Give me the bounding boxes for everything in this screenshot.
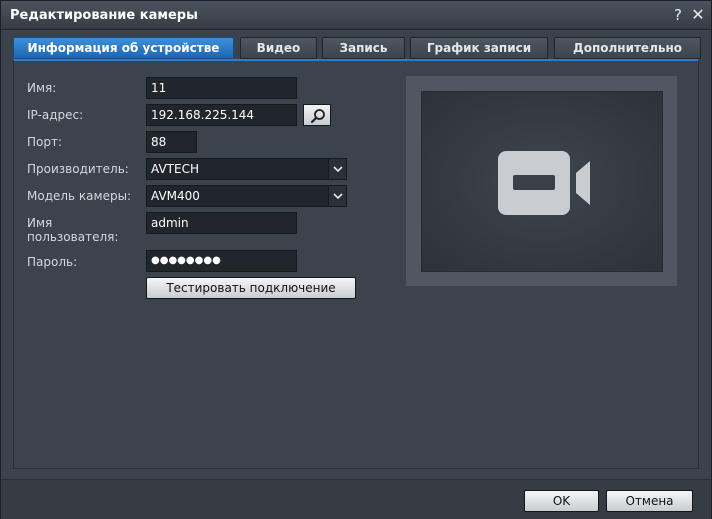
search-ip-button[interactable]	[303, 104, 331, 126]
search-icon	[310, 109, 325, 124]
video-camera-icon	[498, 151, 590, 215]
camera-preview-frame	[406, 76, 677, 286]
camera-preview	[421, 91, 663, 272]
username-label-line1: Имя	[27, 216, 53, 230]
ip-label: IP-адрес:	[27, 108, 84, 122]
model-label: Модель камеры:	[27, 189, 132, 203]
vendor-label: Производитель:	[27, 162, 129, 176]
dialog-footer	[1, 479, 711, 519]
dialog-title: Редактирование камеры	[10, 8, 198, 23]
chevron-down-icon	[333, 193, 343, 200]
model-select[interactable]: AVM400	[146, 185, 347, 207]
vendor-selected-value: AVTECH	[151, 162, 199, 176]
username-input[interactable]: admin	[146, 212, 297, 234]
name-input[interactable]: 11	[146, 77, 297, 99]
test-connection-button[interactable]: Тестировать подключение	[146, 277, 356, 299]
tab-advanced[interactable]: Дополнительно	[554, 37, 701, 59]
tab-device-info[interactable]: Информация об устройстве	[13, 37, 234, 59]
vendor-dropdown-arrow[interactable]	[328, 159, 346, 179]
vendor-select[interactable]: AVTECH	[146, 158, 347, 180]
tab-recording-schedule[interactable]: График записи	[410, 37, 548, 59]
username-label-line2: пользователя:	[27, 230, 119, 244]
close-button[interactable]: ✕	[689, 5, 707, 25]
password-input[interactable]: ●●●●●●●●	[146, 250, 297, 272]
name-label: Имя:	[27, 81, 57, 95]
password-label: Пароль:	[27, 255, 78, 269]
model-selected-value: AVM400	[151, 189, 200, 203]
ip-address-input[interactable]: 192.168.225.144	[146, 104, 297, 126]
title-bar: Редактирование камеры ? ✕	[1, 1, 711, 30]
cancel-button[interactable]: Отмена	[606, 490, 693, 512]
port-label: Порт:	[27, 135, 63, 149]
help-button[interactable]: ?	[669, 5, 687, 25]
tab-video[interactable]: Видео	[240, 37, 317, 59]
model-dropdown-arrow[interactable]	[328, 186, 346, 206]
edit-camera-dialog: Редактирование камеры ? ✕ Информация об …	[0, 0, 712, 519]
tab-recording[interactable]: Запись	[322, 37, 405, 59]
ok-button[interactable]: OK	[524, 490, 599, 512]
chevron-down-icon	[333, 166, 343, 173]
port-input[interactable]: 88	[146, 131, 197, 153]
